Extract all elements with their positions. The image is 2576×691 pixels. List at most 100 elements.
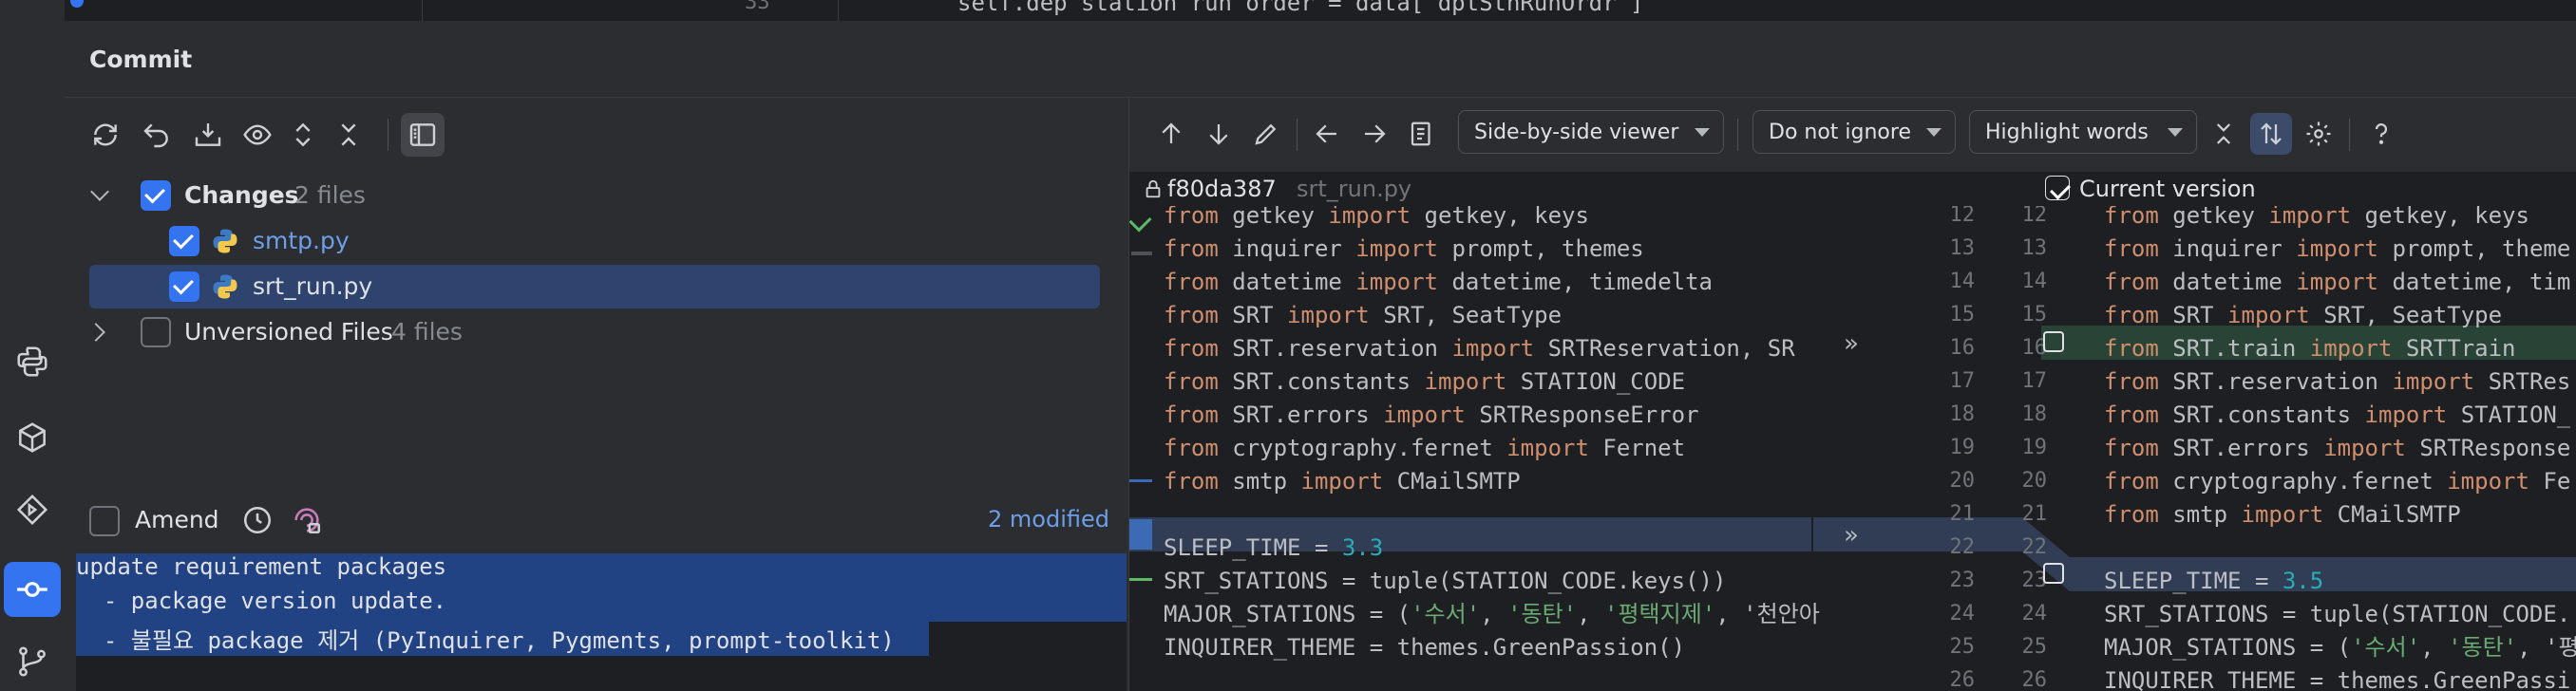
left-line-number: 19 xyxy=(1949,436,1976,459)
unversioned-checkbox[interactable] xyxy=(141,317,171,347)
right-code-line: from SRT.constants import STATION_ xyxy=(2104,402,2571,428)
arrow-left-icon[interactable] xyxy=(1306,113,1348,155)
current-version-checkbox[interactable] xyxy=(2045,176,2070,200)
code-line: self.dep station run order = data["dptSt… xyxy=(957,0,1644,16)
tool-window-strip xyxy=(0,0,66,691)
shelve-icon[interactable] xyxy=(186,113,230,157)
right-line-number: 13 xyxy=(2021,236,2048,260)
right-code-line: from getkey import getkey, keys xyxy=(2104,206,2529,229)
file-name: smtp.py xyxy=(253,227,350,254)
check-icon xyxy=(1129,209,1152,233)
right-line-number: 14 xyxy=(2021,270,2048,293)
python-console-icon[interactable] xyxy=(4,334,61,389)
diff-body[interactable]: 12 from getkey import getkey, keys 13 from … xyxy=(1129,206,2576,691)
breakpoint-marker xyxy=(70,0,84,8)
modified-link[interactable]: 2 modified xyxy=(988,506,1109,532)
ignore-dropdown[interactable]: Do not ignore xyxy=(1752,110,1956,154)
chevron-down-icon xyxy=(1695,128,1710,137)
arrow-up-icon[interactable] xyxy=(1150,113,1192,155)
include-change-checkbox[interactable] xyxy=(2043,563,2064,584)
left-line-number: 23 xyxy=(1949,569,1976,592)
show-diff-icon[interactable] xyxy=(236,113,279,157)
right-code-line: SLEEP_TIME = 3.5 xyxy=(2104,568,2324,594)
left-code-line: from datetime import datetime, timedelta xyxy=(1164,269,1713,295)
left-code-line: from smtp import CMailSMTP xyxy=(1164,468,1521,495)
collapse-all-icon[interactable] xyxy=(327,113,370,157)
viewer-dropdown[interactable]: Side-by-side viewer xyxy=(1458,110,1724,154)
edit-icon[interactable] xyxy=(1245,113,1287,155)
git-branch-icon[interactable] xyxy=(4,634,61,689)
right-code-line: from SRT import SRT, SeatType xyxy=(2104,302,2503,328)
right-line-number: 22 xyxy=(2021,535,2048,559)
expand-all-icon[interactable] xyxy=(281,113,325,157)
apply-change-icon[interactable]: » xyxy=(1844,329,1859,358)
collapse-unchanged-icon[interactable] xyxy=(2203,113,2245,155)
services-icon[interactable] xyxy=(4,482,61,537)
preview-diff-icon[interactable] xyxy=(401,113,445,157)
viewer-label: Side-by-side viewer xyxy=(1474,120,1679,144)
left-code-line: SRT_STATIONS = tuple(STATION_CODE.keys()… xyxy=(1164,568,1727,594)
left-code-line: from SRT.constants import STATION_CODE xyxy=(1164,368,1686,395)
python-file-icon xyxy=(213,229,237,253)
unversioned-count: 4 files xyxy=(391,318,463,346)
highlight-label: Highlight words xyxy=(1985,120,2149,144)
python-packages-icon[interactable] xyxy=(4,410,61,465)
file-checkbox[interactable] xyxy=(169,226,199,256)
refresh-icon[interactable] xyxy=(84,113,127,157)
python-file-icon xyxy=(213,274,237,299)
right-version-label: Current version xyxy=(2079,176,2256,202)
file-row-smtp[interactable]: smtp.py xyxy=(89,219,1100,263)
right-code-line: from SRT.reservation import SRTRes xyxy=(2104,368,2571,395)
diff-panel: Side-by-side viewer Do not ignore Highli… xyxy=(1128,98,2576,691)
left-line-number: 18 xyxy=(1949,402,1976,426)
right-line-number: 15 xyxy=(2021,303,2048,327)
left-revision: f80da387 xyxy=(1167,176,1277,202)
file-row-srt-run[interactable]: srt_run.py xyxy=(89,265,1100,308)
left-code-line: from getkey import getkey, keys xyxy=(1164,206,1589,229)
diff-file-header: f80da387 srt_run.py Current version xyxy=(1129,172,2576,206)
left-line-number: 14 xyxy=(1949,270,1976,293)
right-line-number: 18 xyxy=(2021,402,2048,426)
arrow-right-icon[interactable] xyxy=(1354,113,1395,155)
help-icon[interactable] xyxy=(2360,113,2402,155)
commit-tool-icon[interactable] xyxy=(4,562,61,617)
left-line-number: 12 xyxy=(1949,206,1976,227)
left-line-number: 13 xyxy=(1949,236,1976,260)
right-code-line: SRT_STATIONS = tuple(STATION_CODE. xyxy=(2104,601,2571,627)
chevron-right-icon[interactable] xyxy=(86,323,105,342)
unversioned-group[interactable]: Unversioned Files 4 files xyxy=(86,310,1100,354)
left-code-line: from inquirer import prompt, themes xyxy=(1164,235,1644,262)
right-code-line: from cryptography.fernet import Fe xyxy=(2104,468,2571,495)
highlight-dropdown[interactable]: Highlight words xyxy=(1969,110,2197,154)
chevron-down-icon xyxy=(2168,128,2183,137)
changes-group[interactable]: Changes 2 files xyxy=(89,174,1100,217)
file-list-icon[interactable] xyxy=(1401,113,1443,155)
left-line-number: 22 xyxy=(1949,535,1976,559)
sync-scroll-icon[interactable] xyxy=(2250,113,2292,155)
left-code-line: MAJOR_STATIONS = ('수서', '동탄', '평택지제', '천… xyxy=(1164,601,1820,627)
right-line-number: 21 xyxy=(2021,502,2048,526)
changes-checkbox[interactable] xyxy=(141,180,171,211)
apply-change-icon[interactable]: » xyxy=(1844,521,1859,550)
chevron-down-icon[interactable] xyxy=(90,182,109,201)
amend-label: Amend xyxy=(135,506,219,533)
rollback-icon[interactable] xyxy=(135,113,179,157)
right-line-number: 12 xyxy=(2021,206,2048,227)
arrow-down-icon[interactable] xyxy=(1198,113,1240,155)
file-checkbox[interactable] xyxy=(169,271,199,302)
history-icon[interactable] xyxy=(241,504,274,536)
left-line-number: 16 xyxy=(1949,336,1976,360)
left-line-number: 20 xyxy=(1949,469,1976,493)
settings-gear-icon[interactable] xyxy=(2298,113,2339,155)
commit-message-editor[interactable]: update requirement packages - package ve… xyxy=(76,553,1127,691)
ignore-label: Do not ignore xyxy=(1769,120,1911,144)
amend-checkbox[interactable] xyxy=(89,506,120,536)
right-code-line: from SRT.train import SRTTrain xyxy=(2104,335,2516,362)
left-line-number: 15 xyxy=(1949,303,1976,327)
ai-assistant-icon[interactable] xyxy=(291,504,323,536)
message-line: - package version update. xyxy=(76,588,1127,622)
commit-header: Commit xyxy=(65,21,2576,98)
right-line-number: 26 xyxy=(2021,668,2048,691)
include-change-checkbox[interactable] xyxy=(2043,331,2064,352)
right-line-number: 23 xyxy=(2021,569,2048,592)
